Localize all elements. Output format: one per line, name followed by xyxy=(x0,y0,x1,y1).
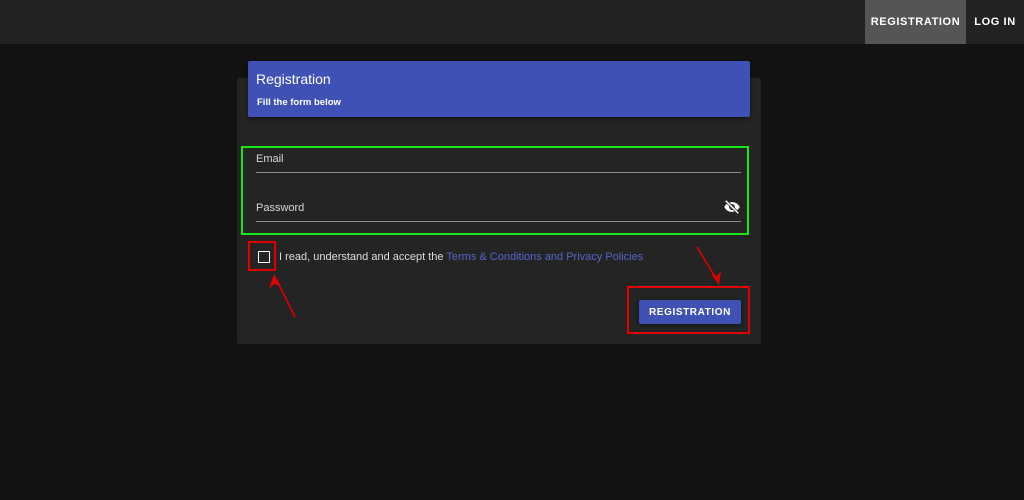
terms-text: I read, understand and accept the Terms … xyxy=(279,251,643,263)
card-header: Registration Fill the form below xyxy=(248,61,750,117)
terms-link[interactable]: Terms & Conditions and Privacy Policies xyxy=(446,251,643,263)
password-field[interactable]: Password xyxy=(256,195,741,222)
terms-checkbox[interactable] xyxy=(258,251,270,263)
top-navigation-bar: REGISTRATION LOG IN xyxy=(0,0,1024,44)
nav-registration-button[interactable]: REGISTRATION xyxy=(865,0,966,44)
password-label: Password xyxy=(256,202,305,214)
email-label: Email xyxy=(256,153,284,165)
nav-login-button[interactable]: LOG IN xyxy=(966,0,1024,44)
registration-submit-button[interactable]: REGISTRATION xyxy=(639,300,741,324)
email-field[interactable]: Email xyxy=(256,146,741,173)
card-subtitle: Fill the form below xyxy=(257,97,341,108)
terms-prefix: I read, understand and accept the xyxy=(279,251,447,263)
card-title: Registration xyxy=(256,71,331,87)
eye-off-icon[interactable] xyxy=(723,200,741,214)
